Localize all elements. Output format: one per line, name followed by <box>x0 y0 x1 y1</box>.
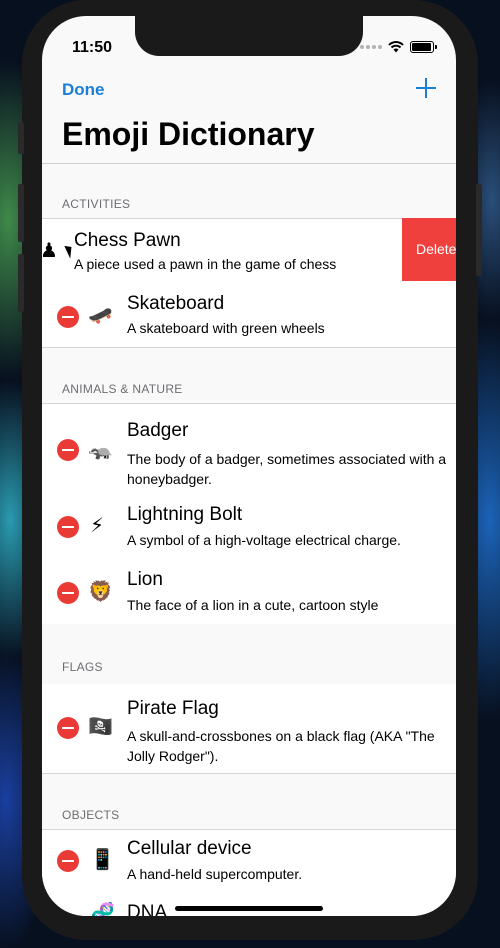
list-item-pirate-flag[interactable]: 🏴‍☠️ Pirate Flag A skull-and-crossbones … <box>42 684 456 773</box>
delete-control-icon[interactable] <box>57 850 79 872</box>
mute-switch <box>18 122 24 154</box>
row-desc: A symbol of a high-voltage electrical ch… <box>127 532 401 548</box>
volume-down-button <box>18 254 24 312</box>
lightning-emoji: ⚡ <box>90 515 105 537</box>
page-title: Emoji Dictionary <box>62 116 315 152</box>
battery-icon <box>410 41 437 53</box>
delete-control-icon[interactable] <box>57 582 79 604</box>
swipe-delete-button[interactable]: Delete <box>402 218 456 281</box>
signal-icon <box>360 45 382 49</box>
section-header-objects: OBJECTS <box>62 808 120 822</box>
section-divider <box>42 347 456 348</box>
row-desc: A hand-held supercomputer. <box>127 866 303 882</box>
notch <box>135 16 363 56</box>
app-screen: 11:50 Done Emoji Dictionary ACTIVITIES ♟… <box>42 16 456 916</box>
nav-divider <box>42 163 456 164</box>
done-button[interactable]: Done <box>62 80 105 100</box>
status-time: 11:50 <box>72 39 113 56</box>
row-title: Lightning Bolt <box>127 504 243 525</box>
list-item-chess-pawn[interactable]: ♟ Chess Pawn A piece used a pawn in the … <box>42 219 456 281</box>
badger-emoji: 🦡 <box>88 439 113 461</box>
delete-control-icon[interactable] <box>57 306 79 328</box>
delete-control-icon[interactable] <box>57 516 79 538</box>
row-desc: A skull-and-crossbones on a black flag (… <box>127 728 435 764</box>
power-button <box>476 184 482 276</box>
dna-emoji: 🧬 <box>90 903 115 916</box>
chess-pawn-emoji: ♟ <box>42 240 58 262</box>
phone-emoji: 📱 <box>90 849 115 871</box>
list-item-badger[interactable]: 🦡 Badger The body of a badger, sometimes… <box>42 404 456 494</box>
delete-control-icon[interactable] <box>57 717 79 739</box>
row-desc: A piece used a pawn in the game of chess <box>74 256 337 272</box>
row-desc: A skateboard with green wheels <box>127 320 325 336</box>
list-item-lion[interactable]: 🦁 Lion The face of a lion in a cute, car… <box>42 559 456 624</box>
section-header-animals-nature: ANIMALS & NATURE <box>62 382 183 396</box>
wifi-icon <box>388 41 404 53</box>
delete-control-icon[interactable] <box>57 439 79 461</box>
list-item-skateboard[interactable]: 🛹 Skateboard A skateboard with green whe… <box>42 281 456 347</box>
row-title: Cellular device <box>127 838 252 859</box>
row-title: Skateboard <box>127 293 225 314</box>
section-header-flags: FLAGS <box>62 660 103 674</box>
status-icons <box>360 40 437 54</box>
list-item-lightning-bolt[interactable]: ⚡ Lightning Bolt A symbol of a high-volt… <box>42 494 456 559</box>
row-desc: The body of a badger, sometimes associat… <box>127 451 447 487</box>
row-desc: The face of a lion in a cute, cartoon st… <box>127 597 379 613</box>
list-item-cellular-device[interactable]: 📱 Cellular device A hand-held supercompu… <box>42 830 456 892</box>
skateboard-emoji: 🛹 <box>88 305 113 327</box>
add-icon[interactable] <box>416 78 436 98</box>
row-title: Badger <box>127 420 189 441</box>
row-title: Chess Pawn <box>74 230 181 251</box>
row-title: Lion <box>127 569 163 590</box>
row-title: DNA <box>127 902 168 916</box>
section-header-activities: ACTIVITIES <box>62 197 131 211</box>
pirate-flag-emoji: 🏴‍☠️ <box>88 716 113 738</box>
lion-emoji: 🦁 <box>88 581 113 603</box>
row-title: Pirate Flag <box>127 698 219 719</box>
list-item-dna[interactable]: 🧬 DNA <box>42 892 456 916</box>
home-indicator[interactable] <box>175 906 323 911</box>
volume-up-button <box>18 184 24 242</box>
section-divider <box>42 773 456 774</box>
